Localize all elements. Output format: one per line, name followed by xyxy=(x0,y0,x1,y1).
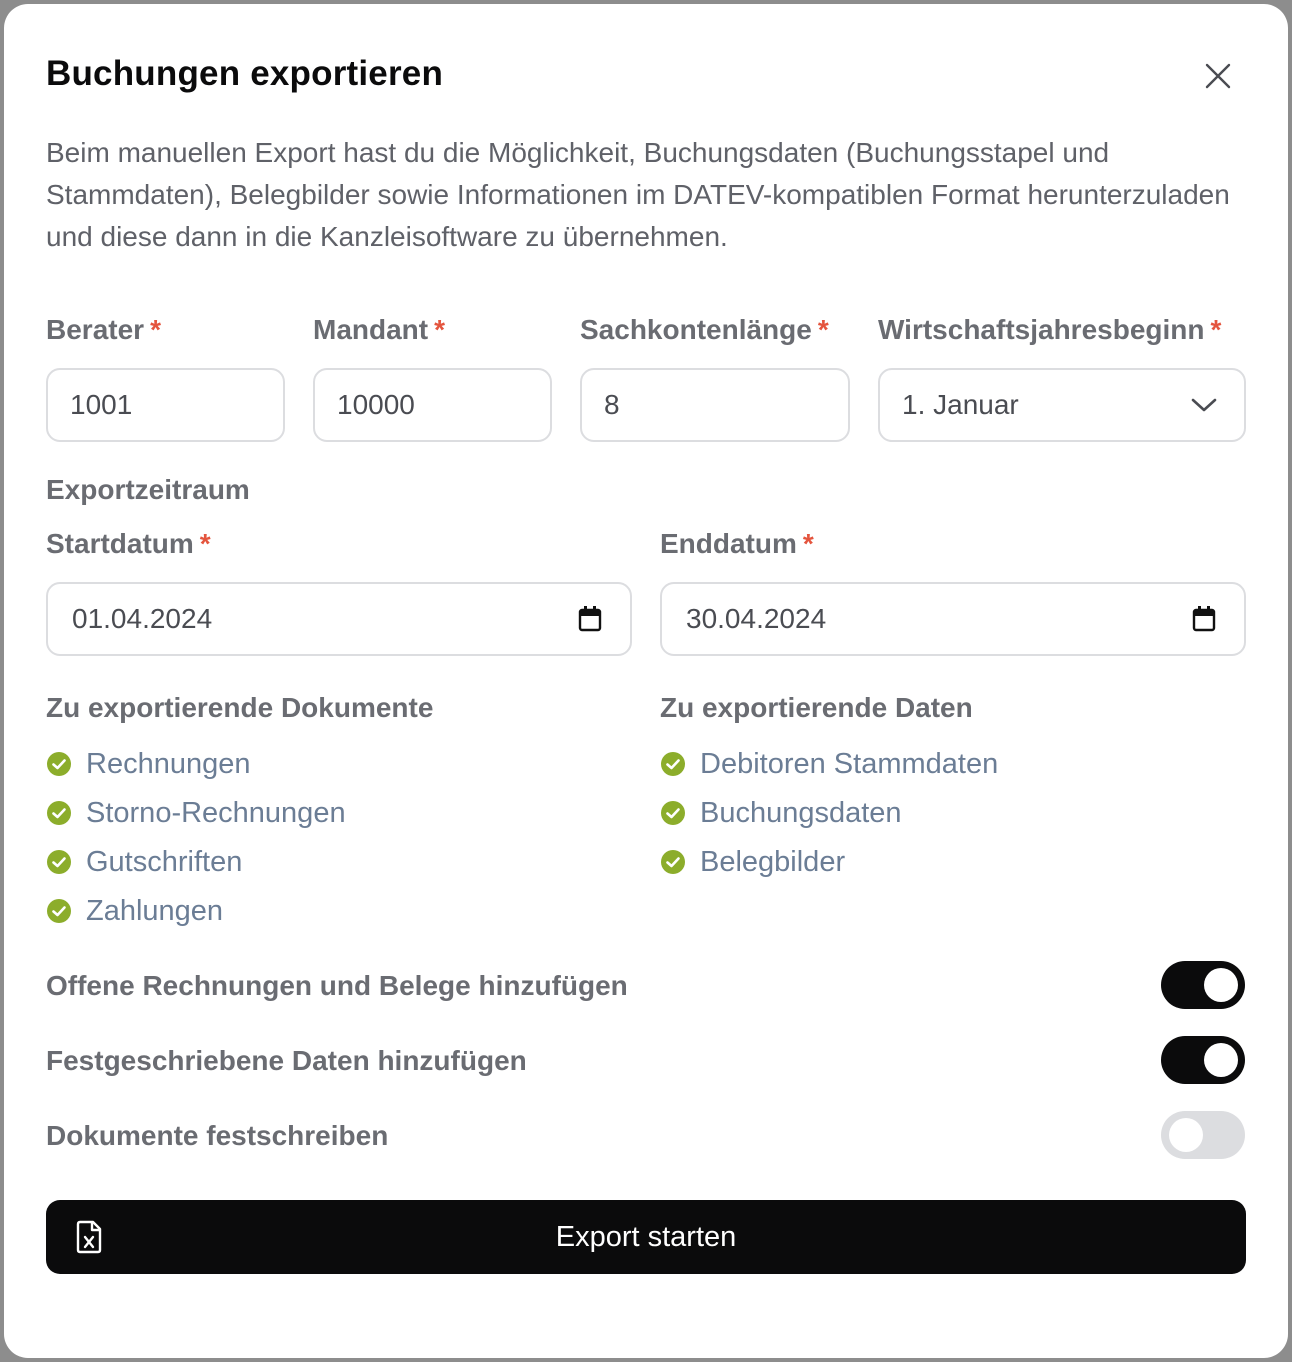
toggle-offene-rechnungen[interactable] xyxy=(1161,961,1245,1009)
toggle-knob xyxy=(1169,1118,1203,1152)
check-circle-icon xyxy=(47,899,71,923)
wirtschaftsjahresbeginn-value: 1. Januar xyxy=(902,389,1019,420)
list-item: Zahlungen xyxy=(46,893,223,929)
data-heading: Zu exportierende Daten xyxy=(660,692,973,723)
required-marker: * xyxy=(802,528,814,559)
berater-input[interactable]: 1001 xyxy=(46,368,285,442)
close-icon xyxy=(1205,63,1231,89)
required-marker: * xyxy=(150,314,161,345)
exportzeitraum-heading: Exportzeitraum xyxy=(46,474,250,505)
toggle-knob xyxy=(1204,968,1238,1002)
required-marker: * xyxy=(199,528,211,559)
documents-heading: Zu exportierende Dokumente xyxy=(46,692,434,723)
berater-value: 1001 xyxy=(70,389,133,420)
sachkontenlaenge-input[interactable]: 8 xyxy=(580,368,850,442)
check-circle-icon xyxy=(47,850,71,874)
list-item: Rechnungen xyxy=(46,746,250,782)
calendar-icon xyxy=(578,606,602,632)
toggle-label-offene-rechnungen: Offene Rechnungen und Belege hinzufügen xyxy=(46,970,628,1001)
dialog-description: Beim manuellen Export hast du die Möglic… xyxy=(46,137,1230,252)
check-circle-icon xyxy=(661,850,685,874)
wirtschaftsjahresbeginn-select[interactable]: 1. Januar xyxy=(878,368,1246,442)
list-item: Belegbilder xyxy=(660,844,845,880)
mandant-label: Mandant * xyxy=(313,314,446,345)
sachkontenlaenge-value: 8 xyxy=(604,389,620,420)
enddatum-label: Enddatum * xyxy=(660,528,814,559)
toggle-label-dokumente-festschreiben: Dokumente festschreiben xyxy=(46,1120,389,1151)
toggle-dokumente-festschreiben[interactable] xyxy=(1161,1111,1245,1159)
export-start-label: Export starten xyxy=(555,1220,737,1253)
toggle-festgeschriebene-daten[interactable] xyxy=(1161,1036,1245,1084)
mandant-input[interactable]: 10000 xyxy=(313,368,552,442)
startdatum-value: 01.04.2024 xyxy=(72,603,213,634)
check-circle-icon xyxy=(47,801,71,825)
export-start-button[interactable]: Export starten xyxy=(46,1200,1246,1274)
enddatum-value: 30.04.2024 xyxy=(686,603,827,634)
calendar-icon xyxy=(1192,606,1216,632)
check-circle-icon xyxy=(661,801,685,825)
required-marker: * xyxy=(1210,314,1222,345)
dialog-title: Buchungen exportieren xyxy=(46,54,444,93)
startdatum-input[interactable]: 01.04.2024 xyxy=(46,582,632,656)
list-item: Gutschriften xyxy=(46,844,242,880)
list-item: Storno-Rechnungen xyxy=(46,795,346,831)
required-marker: * xyxy=(817,314,829,345)
close-button[interactable] xyxy=(1200,58,1236,94)
file-excel-icon xyxy=(76,1220,102,1254)
enddatum-picker-button[interactable] xyxy=(1176,606,1232,632)
sachkontenlaenge-label: Sachkontenlänge * xyxy=(580,314,829,345)
check-circle-icon xyxy=(47,752,71,776)
list-item: Buchungsdaten xyxy=(660,795,902,831)
toggle-knob xyxy=(1204,1043,1238,1077)
enddatum-input[interactable]: 30.04.2024 xyxy=(660,582,1246,656)
chevron-down-icon xyxy=(1191,398,1217,412)
required-marker: * xyxy=(434,314,446,345)
list-item: Debitoren Stammdaten xyxy=(660,746,998,782)
wirtschaftsjahresbeginn-label: Wirtschaftsjahresbeginn * xyxy=(878,314,1222,345)
mandant-value: 10000 xyxy=(337,389,415,420)
check-circle-icon xyxy=(661,752,685,776)
berater-label: Berater * xyxy=(46,314,161,345)
startdatum-label: Startdatum * xyxy=(46,528,211,559)
export-dialog: Buchungen exportieren Beim manuellen Exp… xyxy=(4,4,1288,1358)
toggle-label-festgeschriebene-daten: Festgeschriebene Daten hinzufügen xyxy=(46,1045,527,1076)
startdatum-picker-button[interactable] xyxy=(562,606,618,632)
